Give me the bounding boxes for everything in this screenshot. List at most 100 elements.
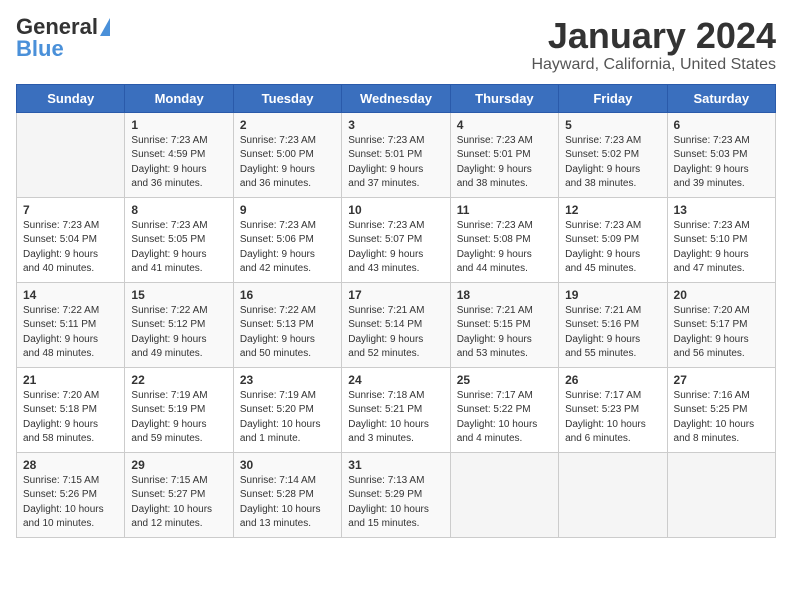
logo-blue-text: Blue [16,38,64,60]
day-info: Sunrise: 7:23 AMSunset: 5:08 PMDaylight:… [457,219,552,277]
day-info: Sunrise: 7:21 AMSunset: 5:14 PMDaylight:… [348,304,443,362]
day-number: 16 [240,288,335,302]
day-number: 7 [23,203,118,217]
day-number: 12 [565,203,660,217]
day-number: 20 [674,288,769,302]
day-info: Sunrise: 7:22 AMSunset: 5:13 PMDaylight:… [240,304,335,362]
day-info: Sunrise: 7:23 AMSunset: 5:05 PMDaylight:… [131,219,226,277]
week-row-2: 7 Sunrise: 7:23 AMSunset: 5:04 PMDaylight… [17,197,776,282]
header-day-sunday: Sunday [17,84,125,112]
day-number: 1 [131,118,226,132]
day-info: Sunrise: 7:13 AMSunset: 5:29 PMDaylight:… [348,474,443,532]
day-info: Sunrise: 7:18 AMSunset: 5:21 PMDaylight:… [348,389,443,447]
page-subtitle: Hayward, California, United States [531,56,776,74]
day-info: Sunrise: 7:21 AMSunset: 5:16 PMDaylight:… [565,304,660,362]
logo: General Blue [16,16,110,60]
header-row: SundayMondayTuesdayWednesdayThursdayFrid… [17,84,776,112]
header-day-wednesday: Wednesday [342,84,450,112]
calendar-cell: 3 Sunrise: 7:23 AMSunset: 5:01 PMDaylight… [342,112,450,197]
day-number: 23 [240,373,335,387]
day-number: 26 [565,373,660,387]
title-block: January 2024 Hayward, California, United… [531,16,776,74]
calendar-cell: 14 Sunrise: 7:22 AMSunset: 5:11 PMDayligh… [17,282,125,367]
day-info: Sunrise: 7:22 AMSunset: 5:11 PMDaylight:… [23,304,118,362]
week-row-4: 21 Sunrise: 7:20 AMSunset: 5:18 PMDayligh… [17,367,776,452]
calendar-cell: 16 Sunrise: 7:22 AMSunset: 5:13 PMDayligh… [233,282,341,367]
day-number: 9 [240,203,335,217]
calendar-cell: 7 Sunrise: 7:23 AMSunset: 5:04 PMDaylight… [17,197,125,282]
day-number: 28 [23,458,118,472]
day-info: Sunrise: 7:20 AMSunset: 5:17 PMDaylight:… [674,304,769,362]
week-row-1: 1 Sunrise: 7:23 AMSunset: 4:59 PMDaylight… [17,112,776,197]
calendar-cell: 19 Sunrise: 7:21 AMSunset: 5:16 PMDayligh… [559,282,667,367]
day-info: Sunrise: 7:21 AMSunset: 5:15 PMDaylight:… [457,304,552,362]
header-day-saturday: Saturday [667,84,775,112]
day-number: 5 [565,118,660,132]
calendar-cell: 13 Sunrise: 7:23 AMSunset: 5:10 PMDayligh… [667,197,775,282]
day-info: Sunrise: 7:15 AMSunset: 5:26 PMDaylight:… [23,474,118,532]
calendar-cell: 5 Sunrise: 7:23 AMSunset: 5:02 PMDaylight… [559,112,667,197]
day-number: 21 [23,373,118,387]
calendar-cell: 24 Sunrise: 7:18 AMSunset: 5:21 PMDayligh… [342,367,450,452]
calendar-cell: 17 Sunrise: 7:21 AMSunset: 5:14 PMDayligh… [342,282,450,367]
day-number: 22 [131,373,226,387]
calendar-cell [17,112,125,197]
day-number: 10 [348,203,443,217]
day-number: 2 [240,118,335,132]
day-info: Sunrise: 7:20 AMSunset: 5:18 PMDaylight:… [23,389,118,447]
day-info: Sunrise: 7:19 AMSunset: 5:19 PMDaylight:… [131,389,226,447]
calendar-cell [559,452,667,537]
calendar-header: SundayMondayTuesdayWednesdayThursdayFrid… [17,84,776,112]
day-info: Sunrise: 7:23 AMSunset: 5:01 PMDaylight:… [457,134,552,192]
day-number: 27 [674,373,769,387]
day-info: Sunrise: 7:23 AMSunset: 5:10 PMDaylight:… [674,219,769,277]
day-number: 18 [457,288,552,302]
calendar-cell: 8Sunrise: 7:23 AMSunset: 5:05 PMDaylight… [125,197,233,282]
day-info: Sunrise: 7:16 AMSunset: 5:25 PMDaylight:… [674,389,769,447]
day-info: Sunrise: 7:23 AMSunset: 5:02 PMDaylight:… [565,134,660,192]
day-info: Sunrise: 7:23 AMSunset: 5:09 PMDaylight:… [565,219,660,277]
day-number: 17 [348,288,443,302]
day-info: Sunrise: 7:23 AMSunset: 5:01 PMDaylight:… [348,134,443,192]
day-info: Sunrise: 7:23 AMSunset: 5:07 PMDaylight:… [348,219,443,277]
page-header: General Blue January 2024 Hayward, Calif… [16,16,776,74]
calendar-cell: 31Sunrise: 7:13 AMSunset: 5:29 PMDayligh… [342,452,450,537]
day-number: 13 [674,203,769,217]
calendar-cell: 2Sunrise: 7:23 AMSunset: 5:00 PMDaylight… [233,112,341,197]
calendar-cell: 22 Sunrise: 7:19 AMSunset: 5:19 PMDayligh… [125,367,233,452]
day-info: Sunrise: 7:17 AMSunset: 5:23 PMDaylight:… [565,389,660,447]
day-number: 24 [348,373,443,387]
day-number: 19 [565,288,660,302]
header-day-friday: Friday [559,84,667,112]
day-number: 25 [457,373,552,387]
header-day-monday: Monday [125,84,233,112]
day-info: Sunrise: 7:15 AMSunset: 5:27 PMDaylight:… [131,474,226,532]
day-info: Sunrise: 7:23 AMSunset: 4:59 PMDaylight:… [131,134,226,192]
calendar-cell: 25Sunrise: 7:17 AMSunset: 5:22 PMDayligh… [450,367,558,452]
calendar-cell: 6Sunrise: 7:23 AMSunset: 5:03 PMDaylight… [667,112,775,197]
header-day-tuesday: Tuesday [233,84,341,112]
page-title: January 2024 [531,16,776,56]
calendar-cell: 23 Sunrise: 7:19 AMSunset: 5:20 PMDayligh… [233,367,341,452]
calendar-table: SundayMondayTuesdayWednesdayThursdayFrid… [16,84,776,538]
calendar-body: 1 Sunrise: 7:23 AMSunset: 4:59 PMDaylight… [17,112,776,537]
day-number: 14 [23,288,118,302]
header-day-thursday: Thursday [450,84,558,112]
day-number: 15 [131,288,226,302]
day-number: 30 [240,458,335,472]
calendar-cell [450,452,558,537]
day-number: 11 [457,203,552,217]
calendar-cell: 18 Sunrise: 7:21 AMSunset: 5:15 PMDayligh… [450,282,558,367]
calendar-cell: 28 Sunrise: 7:15 AMSunset: 5:26 PMDayligh… [17,452,125,537]
calendar-cell: 26 Sunrise: 7:17 AMSunset: 5:23 PMDayligh… [559,367,667,452]
day-number: 3 [348,118,443,132]
calendar-cell: 30Sunrise: 7:14 AMSunset: 5:28 PMDayligh… [233,452,341,537]
day-number: 4 [457,118,552,132]
day-info: Sunrise: 7:22 AMSunset: 5:12 PMDaylight:… [131,304,226,362]
calendar-cell: 9Sunrise: 7:23 AMSunset: 5:06 PMDaylight… [233,197,341,282]
calendar-cell: 4 Sunrise: 7:23 AMSunset: 5:01 PMDaylight… [450,112,558,197]
day-info: Sunrise: 7:23 AMSunset: 5:04 PMDaylight:… [23,219,118,277]
calendar-cell: 10 Sunrise: 7:23 AMSunset: 5:07 PMDayligh… [342,197,450,282]
day-info: Sunrise: 7:19 AMSunset: 5:20 PMDaylight:… [240,389,335,447]
calendar-cell: 21 Sunrise: 7:20 AMSunset: 5:18 PMDayligh… [17,367,125,452]
